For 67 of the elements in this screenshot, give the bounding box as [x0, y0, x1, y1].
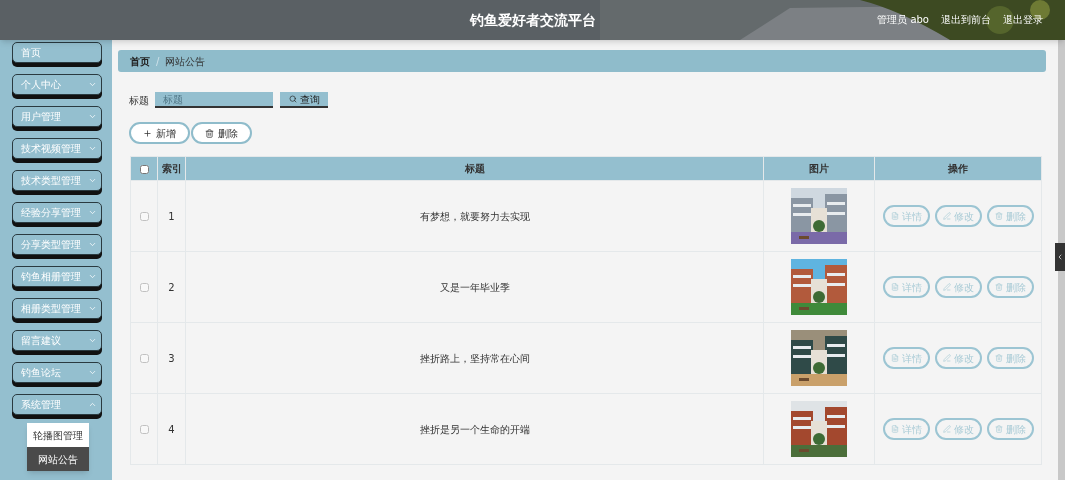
chevron-icon: [88, 304, 97, 313]
table-cell: 2: [157, 251, 186, 323]
search-field[interactable]: 标题: [155, 92, 273, 108]
column-header: 操作: [874, 156, 1042, 181]
edit-button[interactable]: 修改: [934, 276, 982, 298]
table-cell: 4: [157, 393, 186, 465]
plus-icon: [143, 128, 152, 138]
delete-button[interactable]: 删除: [986, 347, 1034, 369]
table-cell: 3: [157, 322, 186, 394]
pencil-icon: [942, 212, 951, 220]
details-button[interactable]: 详情: [882, 205, 930, 227]
select-all-checkbox[interactable]: [139, 164, 149, 174]
delete-button[interactable]: 删除: [986, 418, 1034, 440]
chevron-icon: [88, 80, 97, 89]
chevron-icon: [88, 144, 97, 153]
table-cell: 有梦想，就要努力去实现: [185, 180, 764, 252]
details-button[interactable]: 详情: [882, 276, 930, 298]
header-link[interactable]: 退出登录: [1003, 12, 1043, 27]
trash-icon: [994, 354, 1003, 362]
breadcrumb-item[interactable]: 首页: [130, 53, 150, 69]
chevron-icon: [88, 176, 97, 185]
trash-icon: [994, 283, 1003, 291]
document-icon: [890, 283, 899, 291]
pencil-icon: [942, 425, 951, 433]
submenu-item[interactable]: 轮播图管理: [27, 423, 89, 447]
details-button[interactable]: 详情: [882, 418, 930, 440]
trash-icon: [994, 212, 1003, 220]
chevron-icon: [88, 368, 97, 377]
document-icon: [890, 425, 899, 433]
chevron-icon: [88, 336, 97, 345]
chevron-icon: [88, 208, 97, 217]
search-icon: [288, 95, 297, 103]
edit-button[interactable]: 修改: [934, 347, 982, 369]
chevron-icon: [88, 400, 97, 409]
chevron-left-icon: [1056, 253, 1064, 261]
user-name: 管理员 abo: [877, 13, 929, 27]
table-cell: 1: [157, 180, 186, 252]
submenu-item[interactable]: 网站公告: [27, 447, 89, 471]
trash-icon: [994, 425, 1003, 433]
breadcrumb-item: 网站公告: [165, 54, 206, 69]
chevron-icon: [88, 272, 97, 281]
chevron-icon: [88, 240, 97, 249]
column-header: 索引: [157, 156, 186, 181]
column-header: 图片: [763, 156, 875, 181]
site-title: 钓鱼爱好者交流平台: [469, 10, 596, 30]
details-button[interactable]: 详情: [882, 347, 930, 369]
header-link[interactable]: 退出到前台: [941, 12, 991, 27]
delete-button[interactable]: 删除: [191, 122, 252, 144]
table-cell: 挫折路上，坚持常在心间: [185, 322, 764, 394]
trash-icon: [205, 128, 214, 138]
delete-button[interactable]: 删除: [986, 276, 1034, 298]
edit-button[interactable]: 修改: [934, 205, 982, 227]
chevron-icon: [88, 112, 97, 121]
search-button[interactable]: 查询: [280, 92, 328, 108]
pencil-icon: [942, 354, 951, 362]
add-button[interactable]: 新增: [129, 122, 190, 144]
column-header: 标题: [185, 156, 764, 181]
delete-button[interactable]: 删除: [986, 205, 1034, 227]
breadcrumb-separator: /: [156, 54, 160, 69]
edit-button[interactable]: 修改: [934, 418, 982, 440]
document-icon: [890, 354, 899, 362]
table-cell: 挫折是另一个生命的开端: [185, 393, 764, 465]
search-label: 标题: [129, 93, 149, 108]
pencil-icon: [942, 283, 951, 291]
table-cell: 又是一年毕业季: [185, 251, 764, 323]
collapse-tab[interactable]: [1055, 243, 1065, 271]
document-icon: [890, 212, 899, 220]
